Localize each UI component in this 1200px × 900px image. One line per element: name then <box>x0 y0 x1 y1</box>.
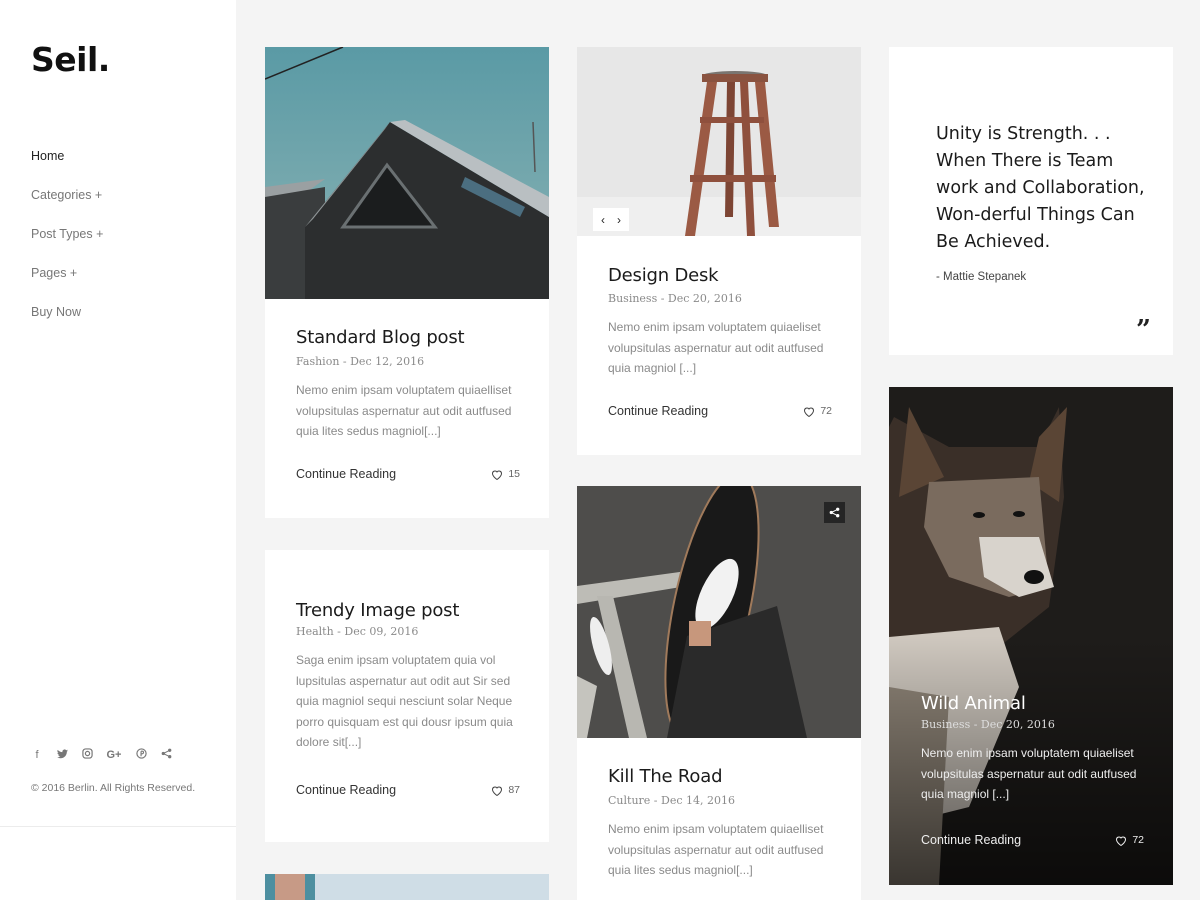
post-title[interactable]: Trendy Image post <box>296 600 520 621</box>
continue-reading-link[interactable]: Continue Reading <box>296 467 396 481</box>
post-title[interactable]: Kill The Road <box>608 766 832 787</box>
post-footer: Continue Reading 87 <box>296 783 520 797</box>
post-meta: Business - Dec 20, 2016 <box>608 292 742 305</box>
post-card-road: Kill The Road Culture - Dec 14, 2016 Nem… <box>577 486 861 900</box>
post-image-partial[interactable] <box>265 874 549 900</box>
post-excerpt: Nemo enim ipsam voluptatem quiaelliset v… <box>608 822 824 877</box>
post-body: Design Desk Business - Dec 20, 2016 Nemo… <box>608 265 832 379</box>
share-icon[interactable] <box>160 748 172 762</box>
nav-item-pages[interactable]: Pages + <box>31 266 103 305</box>
post-body: Trendy Image post Health - Dec 09, 2016 … <box>296 600 520 753</box>
slider-next-button[interactable]: › <box>614 213 624 227</box>
like-button[interactable]: 15 <box>491 468 520 480</box>
continue-reading-link[interactable]: Continue Reading <box>921 833 1021 847</box>
post-card-standard: Standard Blog post Fashion - Dec 12, 201… <box>265 47 549 518</box>
sidebar-divider <box>0 826 236 827</box>
post-meta: Health - Dec 09, 2016 <box>296 625 419 638</box>
like-count: 15 <box>508 468 520 480</box>
post-card-trendy: Trendy Image post Health - Dec 09, 2016 … <box>265 550 549 842</box>
post-body: Wild Animal Business - Dec 20, 2016 Nemo… <box>921 693 1144 805</box>
post-meta: Business - Dec 20, 2016 <box>921 718 1055 731</box>
continue-reading-link[interactable]: Continue Reading <box>296 783 396 797</box>
post-excerpt: Nemo enim ipsam voluptatem quiaelliset v… <box>296 383 512 438</box>
post-card-wild: Wild Animal Business - Dec 20, 2016 Nemo… <box>889 387 1173 885</box>
like-count: 72 <box>820 405 832 417</box>
post-card-partial <box>265 874 549 900</box>
continue-reading-link[interactable]: Continue Reading <box>608 404 708 418</box>
google-plus-icon[interactable]: G+ <box>106 749 122 761</box>
post-body: Kill The Road Culture - Dec 14, 2016 Nem… <box>608 766 832 881</box>
post-title[interactable]: Wild Animal <box>921 693 1144 714</box>
like-count: 87 <box>508 784 520 796</box>
quote-mark-icon: ” <box>1136 315 1151 345</box>
post-meta: Fashion - Dec 12, 2016 <box>296 355 425 368</box>
nav-item-buy-now[interactable]: Buy Now <box>31 305 103 344</box>
heart-icon <box>492 470 503 480</box>
facebook-icon[interactable]: f <box>31 749 43 761</box>
post-body: Standard Blog post Fashion - Dec 12, 201… <box>296 327 520 442</box>
twitter-icon[interactable] <box>56 748 68 762</box>
social-links: f G+ <box>31 748 172 762</box>
post-title[interactable]: Standard Blog post <box>296 327 520 348</box>
like-button[interactable]: 87 <box>491 784 520 796</box>
post-excerpt: Nemo enim ipsam voluptatem quiaeliset vo… <box>608 320 824 375</box>
post-footer: Continue Reading 72 <box>608 404 832 418</box>
heart-icon <box>804 407 815 417</box>
heart-icon <box>492 786 503 796</box>
post-excerpt: Nemo enim ipsam voluptatem quiaeliset vo… <box>921 746 1137 801</box>
like-count: 72 <box>1132 834 1144 846</box>
like-button[interactable]: 72 <box>1115 834 1144 846</box>
post-card-quote: Unity is Strength. . . When There is Tea… <box>889 47 1173 355</box>
like-button[interactable]: 72 <box>803 405 832 417</box>
slider-controls: ‹ › <box>593 208 629 231</box>
post-meta: Culture - Dec 14, 2016 <box>608 794 735 807</box>
post-image-wolf[interactable] <box>889 387 1173 885</box>
heart-icon <box>1116 836 1127 846</box>
post-footer: Continue Reading 72 <box>921 833 1144 847</box>
main-nav: Home Categories + Post Types + Pages + B… <box>31 149 103 344</box>
sidebar: Seil. Home Categories + Post Types + Pag… <box>0 0 236 900</box>
slider-prev-button[interactable]: ‹ <box>598 213 608 227</box>
instagram-icon[interactable] <box>81 748 93 762</box>
copyright-text: © 2016 Berlin. All Rights Reserved. <box>31 782 196 794</box>
nav-item-post-types[interactable]: Post Types + <box>31 227 103 266</box>
post-image-stool[interactable]: ‹ › <box>577 47 861 236</box>
post-image-skateboard[interactable] <box>577 486 861 738</box>
nav-item-home[interactable]: Home <box>31 149 103 188</box>
site-logo[interactable]: Seil. <box>31 40 110 79</box>
post-excerpt: Saga enim ipsam voluptatem quia vol lups… <box>296 653 513 749</box>
post-card-design: ‹ › Design Desk Business - Dec 20, 2016 … <box>577 47 861 455</box>
pinterest-icon[interactable] <box>135 748 147 762</box>
post-image-house[interactable] <box>265 47 549 299</box>
quote-text: Unity is Strength. . . When There is Tea… <box>936 124 1145 252</box>
share-button[interactable] <box>824 502 845 523</box>
post-footer: Continue Reading 15 <box>296 467 520 481</box>
post-title[interactable]: Design Desk <box>608 265 832 286</box>
share-icon <box>829 507 840 518</box>
nav-item-categories[interactable]: Categories + <box>31 188 103 227</box>
quote-author: - Mattie Stepanek <box>936 271 1027 283</box>
